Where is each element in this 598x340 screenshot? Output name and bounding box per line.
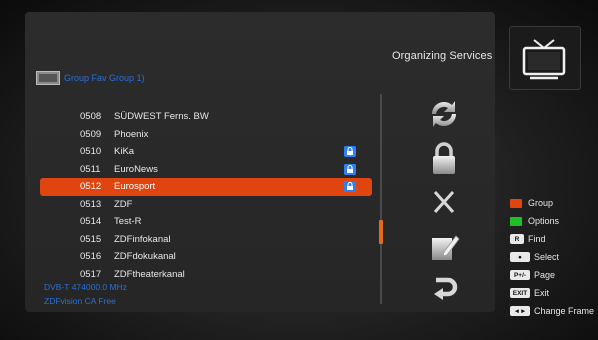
channel-name: Phoenix bbox=[114, 128, 149, 140]
channel-name: ZDF bbox=[114, 198, 133, 210]
group-label: Group Fav Group 1) bbox=[64, 73, 145, 83]
legend-find[interactable]: R Find bbox=[510, 230, 598, 248]
legend-group[interactable]: Group bbox=[510, 194, 598, 212]
find-key-icon: R bbox=[510, 234, 524, 244]
stb-screen: Organizing Services Group Fav Group 1) 0… bbox=[0, 0, 598, 340]
channel-row[interactable]: 0510 KiKa bbox=[40, 143, 372, 161]
group-header: Group Fav Group 1) bbox=[36, 70, 145, 86]
rename-icon[interactable] bbox=[424, 228, 464, 264]
legend-select[interactable]: ● Select bbox=[510, 248, 598, 266]
back-icon[interactable] bbox=[424, 270, 464, 306]
provider-info: ZDFvision CA Free bbox=[44, 296, 116, 306]
channel-number: 0509 bbox=[80, 128, 102, 140]
red-key-icon bbox=[510, 198, 522, 208]
legend-find-label: Find bbox=[528, 234, 546, 244]
channel-name: SÜDWEST Ferns. BW bbox=[114, 111, 209, 123]
channel-number: 0508 bbox=[80, 111, 102, 123]
frequency-info: DVB-T 474000.0 MHz bbox=[44, 282, 127, 292]
legend-group-label: Group bbox=[528, 198, 554, 208]
channel-row[interactable]: 0515 ZDFinfokanal bbox=[40, 231, 372, 249]
page-key-icon: P+/- bbox=[510, 270, 530, 280]
scrollbar-track[interactable] bbox=[380, 94, 382, 304]
tv-icon bbox=[522, 39, 566, 80]
channel-number: 0510 bbox=[80, 146, 102, 158]
legend-options-label: Options bbox=[528, 216, 560, 226]
channel-row[interactable]: 0508 SÜDWEST Ferns. BW bbox=[40, 108, 372, 126]
lock-badge-icon bbox=[344, 181, 356, 192]
channel-row[interactable]: 0511 EuroNews bbox=[40, 161, 372, 179]
channel-name: ZDFdokukanal bbox=[114, 251, 176, 263]
exit-key-icon: EXIT bbox=[510, 288, 530, 298]
channel-number: 0512 bbox=[80, 181, 102, 193]
channel-name: Test-R bbox=[114, 216, 142, 228]
legend-exit-label: Exit bbox=[534, 288, 550, 298]
channel-name: KiKa bbox=[114, 146, 135, 158]
channel-row[interactable]: 0509 Phoenix bbox=[40, 126, 372, 144]
key-legend: Group Options R Find ● Select P+/- Page … bbox=[510, 194, 598, 320]
delete-icon[interactable] bbox=[424, 184, 464, 220]
channel-row[interactable]: 0514 Test-R bbox=[40, 213, 372, 231]
legend-exit[interactable]: EXIT Exit bbox=[510, 284, 598, 302]
legend-change-frame-label: Change Frame bbox=[534, 306, 595, 316]
lock-badge-icon bbox=[344, 146, 356, 157]
channel-name: Eurosport bbox=[114, 181, 156, 193]
channel-name: EuroNews bbox=[114, 163, 158, 175]
folder-tv-icon bbox=[36, 71, 60, 85]
channel-number: 0511 bbox=[80, 163, 101, 175]
legend-change-frame[interactable]: ◄► Change Frame bbox=[510, 302, 598, 320]
lock-badge-icon bbox=[344, 163, 356, 175]
lock-icon[interactable] bbox=[424, 140, 464, 176]
channel-number: 0517 bbox=[80, 268, 102, 280]
channel-number: 0514 bbox=[80, 216, 102, 228]
ok-key-icon: ● bbox=[510, 252, 530, 262]
legend-options[interactable]: Options bbox=[510, 212, 598, 230]
move-icon[interactable] bbox=[424, 96, 464, 132]
channel-row[interactable]: 0513 ZDF bbox=[40, 196, 372, 214]
channel-name: ZDFinfokanal bbox=[114, 233, 171, 245]
channel-list: 0508 SÜDWEST Ferns. BW 0509 Phoenix 0510… bbox=[40, 108, 372, 283]
green-key-icon bbox=[510, 216, 522, 226]
scrollbar-thumb[interactable] bbox=[379, 220, 383, 244]
legend-select-label: Select bbox=[534, 252, 560, 262]
legend-page-label: Page bbox=[534, 270, 556, 280]
channel-row[interactable]: 0517 ZDFtheaterkanal bbox=[40, 266, 372, 284]
channel-number: 0516 bbox=[80, 251, 102, 263]
channel-row-selected[interactable]: 0512 Eurosport bbox=[40, 178, 372, 196]
channel-number: 0513 bbox=[80, 198, 102, 210]
channel-number: 0515 bbox=[80, 233, 102, 245]
channel-name: ZDFtheaterkanal bbox=[114, 268, 185, 280]
arrows-key-icon: ◄► bbox=[510, 306, 530, 316]
legend-page[interactable]: P+/- Page bbox=[510, 266, 598, 284]
page-title: Organizing Services bbox=[392, 50, 493, 62]
channel-row[interactable]: 0516 ZDFdokukanal bbox=[40, 248, 372, 266]
